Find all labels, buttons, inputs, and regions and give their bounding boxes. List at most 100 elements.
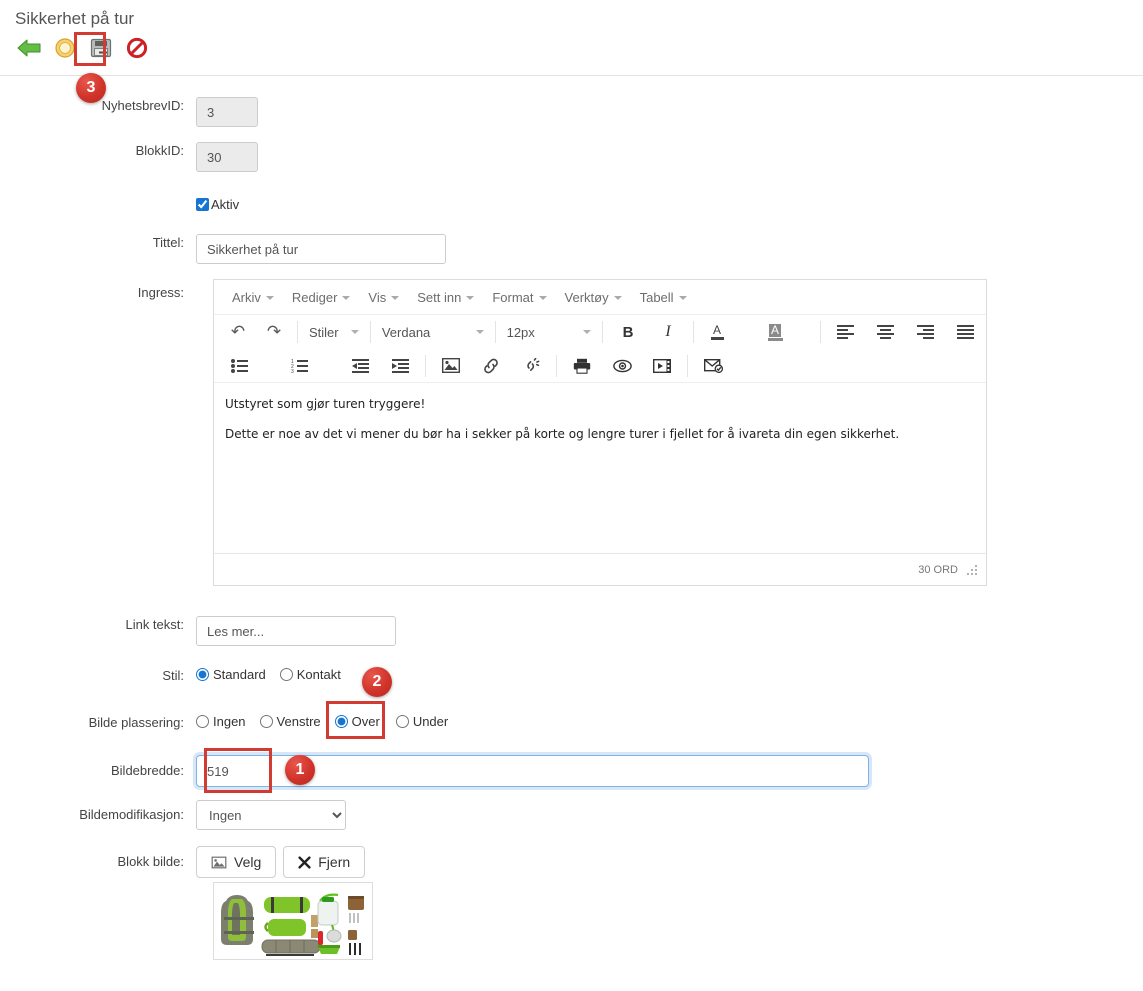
unlink-icon[interactable] [511, 353, 551, 379]
styles-select[interactable]: Stiler [303, 319, 365, 345]
menu-verktoy-label: Verktøy [565, 290, 609, 305]
bildeplassering-option-venstre[interactable]: Venstre [260, 714, 321, 729]
chevron-down-icon [679, 296, 687, 300]
chevron-down-icon [391, 296, 399, 300]
back-icon[interactable] [14, 34, 44, 62]
editor-content-area[interactable]: Utstyret som gjør turen tryggere! Dette … [214, 384, 986, 552]
redo-icon[interactable]: ↷ [256, 319, 292, 345]
toolbar-separator [602, 321, 603, 343]
menu-sett-inn[interactable]: Sett inn [408, 287, 483, 308]
numbered-list-icon[interactable]: 1 2 3 [280, 353, 318, 379]
menu-format[interactable]: Format [483, 287, 555, 308]
velg-bilde-button[interactable]: Velg [196, 846, 276, 878]
save-icon[interactable] [86, 34, 116, 62]
fjern-bilde-button[interactable]: Fjern [283, 846, 365, 878]
text-color-dropdown[interactable] [735, 319, 757, 345]
editor-statusbar: 30 ORD [214, 553, 986, 585]
background-color-glyph: A [769, 324, 781, 337]
nyhetsbrevid-input[interactable] [196, 97, 258, 127]
bildeplassering-radio-group: Ingen Venstre Over Under [196, 714, 462, 729]
linktekst-input[interactable] [196, 616, 396, 646]
stil-standard-label: Standard [211, 667, 266, 682]
annotation-badge-1: 1 [285, 755, 315, 785]
email-template-icon[interactable] [693, 353, 733, 379]
align-right-icon[interactable] [906, 319, 946, 345]
print-icon[interactable] [562, 353, 602, 379]
bildemodifikasjon-select[interactable]: Ingen [196, 800, 346, 830]
stil-option-kontakt[interactable]: Kontakt [280, 667, 341, 682]
resize-grip-handle[interactable] [966, 564, 978, 576]
menu-verktoy[interactable]: Verktøy [556, 287, 631, 308]
bildeplassering-over-radio[interactable] [335, 715, 348, 728]
nyhetsbrevid-field [196, 97, 258, 127]
bildebredde-label: Bildebredde: [0, 755, 196, 787]
toolbar-separator [425, 355, 426, 377]
refresh-icon[interactable] [50, 34, 80, 62]
preview-icon[interactable] [602, 353, 642, 379]
bildeplassering-venstre-label: Venstre [275, 714, 321, 729]
image-icon [211, 856, 227, 869]
insert-image-icon[interactable] [431, 353, 471, 379]
menu-rediger[interactable]: Rediger [283, 287, 360, 308]
outdent-icon[interactable] [340, 353, 380, 379]
annotation-badge-3: 3 [76, 73, 106, 103]
stil-standard-radio[interactable] [196, 668, 209, 681]
bildeplassering-under-radio[interactable] [396, 715, 409, 728]
menu-arkiv[interactable]: Arkiv [223, 287, 283, 308]
bildeplassering-option-under[interactable]: Under [396, 714, 448, 729]
bullet-list-icon[interactable] [220, 353, 258, 379]
font-family-select[interactable]: Verdana [376, 319, 490, 345]
form-row-aktiv: Aktiv [0, 197, 1143, 212]
background-color-icon[interactable]: A [757, 319, 793, 345]
chevron-down-icon [583, 330, 591, 334]
text-color-icon[interactable]: A [699, 319, 735, 345]
bildemodifikasjon-label: Bildemodifikasjon: [0, 800, 196, 830]
aktiv-checkbox[interactable] [196, 198, 209, 211]
form-row-tittel: Tittel: [0, 234, 1143, 264]
tittel-input[interactable] [196, 234, 446, 264]
indent-icon[interactable] [380, 353, 420, 379]
text-color-swatch [711, 337, 724, 340]
menu-vis[interactable]: Vis [359, 287, 408, 308]
bullet-list-dropdown[interactable] [258, 353, 280, 379]
stil-option-standard[interactable]: Standard [196, 667, 266, 682]
background-color-swatch [768, 338, 783, 341]
italic-icon[interactable]: I [648, 319, 688, 345]
form-row-linktekst: Link tekst: [0, 616, 1143, 646]
insert-link-icon[interactable] [471, 353, 511, 379]
blokkbilde-field: Velg Fjern [196, 846, 365, 878]
editor-paragraph-2: Dette er noe av det vi mener du bør ha i… [225, 426, 975, 442]
numbered-list-dropdown[interactable] [318, 353, 340, 379]
align-center-icon[interactable] [866, 319, 906, 345]
annotation-badge-2: 2 [362, 667, 392, 697]
aktiv-label[interactable]: Aktiv [211, 197, 239, 212]
bildeplassering-label: Bilde plassering: [0, 714, 196, 732]
stil-kontakt-radio[interactable] [280, 668, 293, 681]
bildeplassering-option-ingen[interactable]: Ingen [196, 714, 246, 729]
stil-radio-group: Standard Kontakt [196, 667, 355, 682]
form-row-bildemodifikasjon: Bildemodifikasjon: Ingen [0, 800, 1143, 830]
toolbar-separator [370, 321, 371, 343]
bildeplassering-option-over[interactable]: Over [335, 714, 380, 729]
chevron-down-icon [351, 330, 359, 334]
bildeplassering-venstre-radio[interactable] [260, 715, 273, 728]
align-left-icon[interactable] [826, 319, 866, 345]
insert-media-icon[interactable] [642, 353, 682, 379]
blokkid-input[interactable] [196, 142, 258, 172]
text-color-glyph: A [713, 324, 721, 336]
font-size-select[interactable]: 12px [501, 319, 598, 345]
header-toolbar [14, 34, 152, 62]
styles-select-value: Stiler [309, 325, 339, 340]
undo-icon[interactable]: ↶ [220, 319, 256, 345]
bildeplassering-ingen-radio[interactable] [196, 715, 209, 728]
bold-icon[interactable]: B [608, 319, 648, 345]
blokk-bilde-thumbnail[interactable] [213, 882, 373, 960]
background-color-dropdown[interactable] [793, 319, 815, 345]
cancel-icon[interactable] [122, 34, 152, 62]
blokkid-label: BlokkID: [0, 142, 196, 160]
align-justify-icon[interactable] [946, 319, 986, 345]
menu-tabell[interactable]: Tabell [631, 287, 696, 308]
font-family-value: Verdana [382, 325, 430, 340]
form-row-blokkid: BlokkID: [0, 142, 1143, 172]
toolbar-separator [693, 321, 694, 343]
